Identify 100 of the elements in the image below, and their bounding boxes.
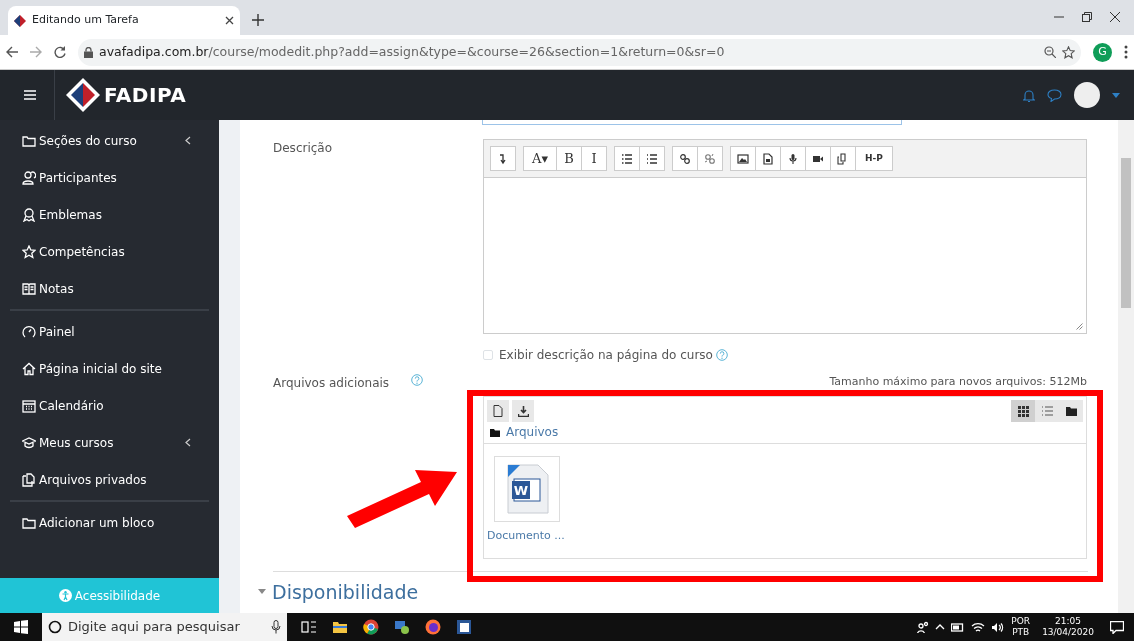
diamond-logo-icon	[14, 14, 26, 27]
download-icon	[517, 405, 529, 417]
taskbar-search-field[interactable]: Digite aqui para pesquisar	[42, 613, 287, 641]
sidebar-item-label: Competências	[39, 243, 125, 261]
close-icon[interactable]	[1110, 12, 1120, 22]
sidebar-item[interactable]: Participantes	[0, 159, 219, 196]
editor-button[interactable]: H-P	[855, 146, 893, 171]
section-toggle[interactable]: Disponibilidade	[258, 577, 1118, 606]
battery-icon[interactable]	[951, 622, 966, 632]
sidebar-item-label: Adicionar um bloco	[39, 514, 155, 532]
chat-bubble-icon[interactable]	[1047, 88, 1062, 102]
sidebar-item-icon	[22, 361, 36, 376]
resize-grip-icon[interactable]	[1076, 323, 1083, 330]
notifications-icon[interactable]	[1110, 620, 1124, 634]
language-indicator[interactable]: POR PTB	[1011, 616, 1031, 638]
sidebar-item-icon	[22, 324, 36, 339]
lock-icon	[84, 46, 93, 58]
editor-button[interactable]: B	[556, 146, 582, 171]
chevron-up-icon[interactable]	[935, 624, 946, 630]
editor-button[interactable]: A▾	[523, 146, 557, 171]
editor-button[interactable]	[639, 146, 665, 171]
sidebar-item-icon	[22, 472, 36, 487]
clock-time: 21:05	[1054, 616, 1083, 627]
sidebar-item[interactable]: Meus cursos	[0, 424, 219, 461]
back-arrow-icon[interactable]	[6, 46, 18, 58]
sidebar-item[interactable]: Adicionar um bloco	[0, 504, 219, 541]
zoom-icon[interactable]	[1044, 46, 1056, 58]
list-icon	[1040, 404, 1054, 418]
sidebar-item[interactable]: Competências	[0, 233, 219, 270]
image-icon	[737, 152, 749, 165]
copy-icon	[837, 152, 849, 165]
sidebar-item-label: Participantes	[39, 169, 117, 187]
media-file-icon	[762, 152, 774, 165]
caret-icon[interactable]	[1112, 92, 1120, 98]
wifi-icon[interactable]	[971, 621, 986, 633]
reload-icon[interactable]	[54, 46, 66, 58]
checkbox[interactable]	[483, 350, 493, 360]
sidebar-item[interactable]: Notas	[0, 270, 219, 307]
sidebar-item-label: Calendário	[39, 397, 104, 415]
microphone-icon	[787, 152, 799, 165]
checkbox-label: Exibir descrição na página do curso	[499, 347, 713, 364]
address-bar[interactable]: avafadipa.com.br/course/modedit.php?add=assign&type=&course=26&section=1&return=0&sr=0	[78, 38, 1081, 66]
people-icon[interactable]	[917, 621, 930, 633]
folder-icon[interactable]	[332, 619, 348, 635]
editor-button[interactable]	[490, 146, 516, 171]
restore-icon[interactable]	[1082, 12, 1092, 22]
microphone-icon[interactable]	[271, 620, 281, 634]
editor-button[interactable]	[730, 146, 756, 171]
more-icon[interactable]	[1124, 45, 1128, 59]
star-icon[interactable]	[1062, 45, 1075, 59]
chevron-icon	[185, 438, 191, 447]
clock-date: 13/04/2020	[1042, 627, 1094, 638]
sidebar-item[interactable]: Seções do curso	[0, 122, 219, 159]
sidebar-item[interactable]: Emblemas	[0, 196, 219, 233]
document-app-icon[interactable]	[456, 619, 472, 635]
sidebar-item-icon	[22, 133, 36, 148]
scrollbar-track[interactable]	[1118, 120, 1134, 613]
view-mode-button[interactable]	[1059, 399, 1083, 422]
tab-title: Editando um Tarefa	[32, 12, 140, 29]
task-view-icon[interactable]	[301, 619, 317, 635]
speaker-icon[interactable]	[991, 621, 1006, 633]
browser-tab[interactable]: Editando um Tarefa	[8, 6, 240, 35]
scrollbar-thumb[interactable]	[1121, 158, 1131, 308]
search-icon	[48, 620, 62, 634]
user-avatar-icon[interactable]	[1074, 82, 1100, 108]
view-mode-button[interactable]	[1011, 399, 1035, 422]
editor-button[interactable]	[780, 146, 806, 171]
unlink-icon	[704, 152, 716, 165]
breadcrumb-link[interactable]: Arquivos	[506, 423, 559, 441]
close-icon[interactable]	[225, 16, 234, 25]
sidebar-item-icon	[22, 207, 36, 222]
field-label: Descrição	[272, 140, 334, 157]
menu-icon[interactable]	[24, 90, 36, 100]
plus-icon[interactable]	[252, 14, 264, 26]
sidebar-item-icon	[22, 435, 36, 450]
browser-icon[interactable]	[363, 619, 379, 635]
profile-avatar[interactable]: G	[1093, 42, 1112, 62]
editor-button[interactable]	[805, 146, 831, 171]
folder-icon	[490, 427, 500, 437]
bell-icon[interactable]	[1023, 88, 1035, 102]
editor-button[interactable]: I	[581, 146, 607, 171]
numbered-list-icon	[646, 152, 658, 165]
sidebar-item[interactable]: Calendário	[0, 387, 219, 424]
sidebar-item[interactable]: Página inicial do site	[0, 350, 219, 387]
accessibility-label: Acessibilidade	[74, 587, 161, 605]
file-name: Documento ...	[487, 527, 565, 544]
sidebar-item[interactable]: Arquivos privados	[0, 461, 219, 498]
windows-start-icon[interactable]	[14, 620, 28, 634]
download-button[interactable]	[512, 399, 534, 422]
editor-button[interactable]	[672, 146, 698, 171]
search-placeholder: Digite aqui para pesquisar	[68, 618, 240, 637]
language-code: POR	[1011, 616, 1031, 627]
add-file-button[interactable]	[487, 399, 509, 422]
editor-button[interactable]	[614, 146, 640, 171]
sidebar-item[interactable]: Painel	[0, 313, 219, 350]
editor-button[interactable]	[755, 146, 781, 171]
sidebar-item-label: Emblemas	[39, 206, 102, 224]
taskbar-clock[interactable]: 21:05 13/04/2020	[1042, 616, 1094, 638]
field-label: Arquivos adicionais	[273, 375, 390, 392]
sidebar-item-label: Arquivos privados	[39, 471, 147, 489]
